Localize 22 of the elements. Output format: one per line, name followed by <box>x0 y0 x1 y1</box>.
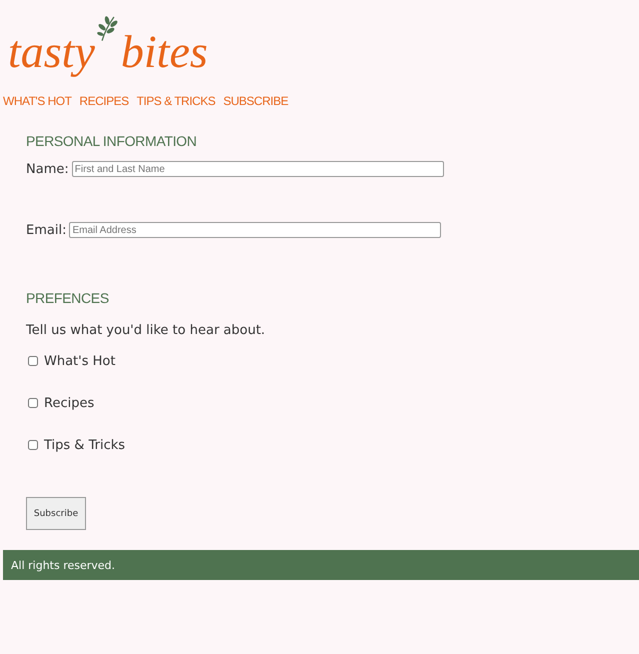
checkbox-label: What's Hot <box>44 354 116 368</box>
nav-link[interactable]: SUBSCRIBE <box>223 94 288 108</box>
leaf-icon <box>96 14 119 42</box>
logo-text: tasty <box>8 25 95 79</box>
input-field[interactable]: First and Last Name <box>72 161 444 177</box>
checkbox[interactable] <box>28 440 38 450</box>
logo-text: bites <box>120 25 208 79</box>
footer-text: All rights reserved. <box>11 558 116 572</box>
nav-link[interactable]: TIPS & TRICKS <box>136 94 216 108</box>
intro-text: Tell us what you'd like to hear about. <box>26 323 266 338</box>
nav-link[interactable]: WHAT'S HOT <box>3 94 72 108</box>
checkbox[interactable] <box>28 356 38 366</box>
subscribe-button[interactable]: Subscribe <box>26 497 86 530</box>
field-label: Name: <box>26 162 69 176</box>
field-label: Email: <box>26 222 66 238</box>
checkbox-label: Tips & Tricks <box>44 438 126 452</box>
nav-link[interactable]: RECIPES <box>79 94 129 108</box>
checkbox[interactable] <box>28 398 38 408</box>
section-heading: PERSONAL INFORMATION <box>26 132 198 150</box>
input-field[interactable]: Email Address <box>69 222 442 238</box>
section-heading: PREFENCES <box>26 289 110 307</box>
checkbox-label: Recipes <box>44 396 94 410</box>
